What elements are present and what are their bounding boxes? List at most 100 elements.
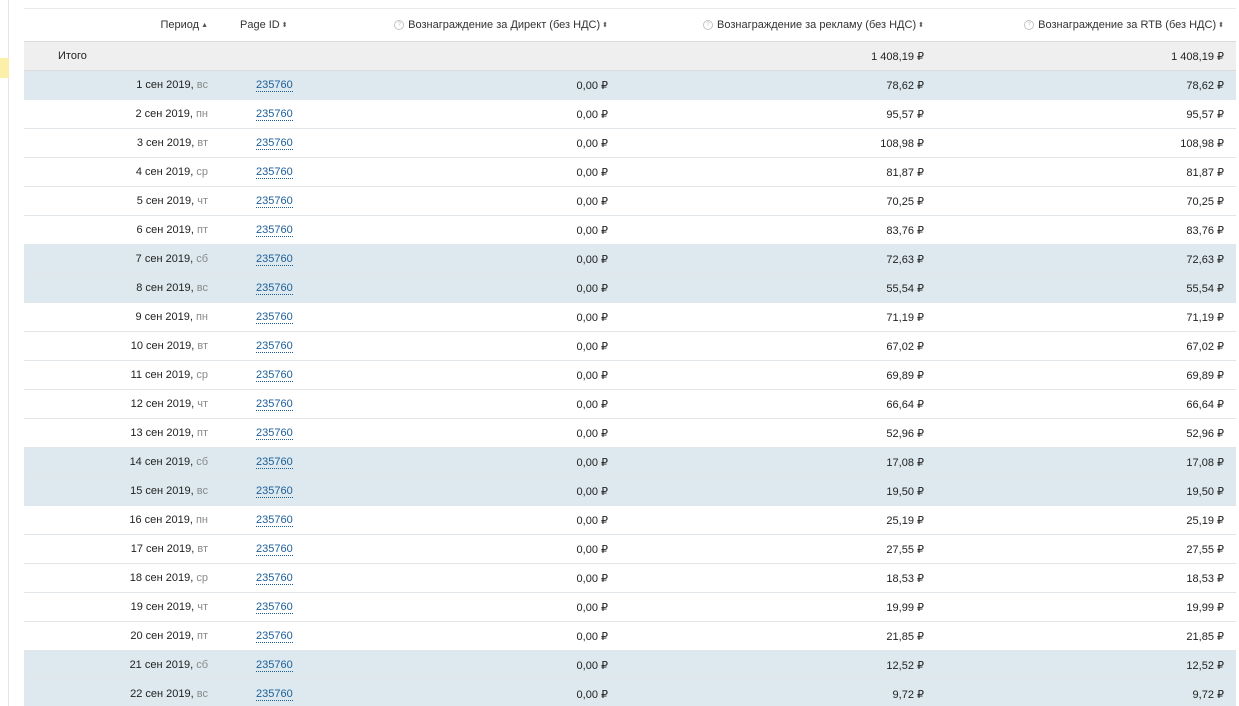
period-weekday: ср — [196, 572, 208, 584]
rtb-reward-cell: 21,85 ₽ — [936, 621, 1236, 651]
direct-reward-cell: 0,00 ₽ — [314, 331, 620, 361]
help-icon[interactable]: ? — [703, 20, 714, 30]
column-header-label: Вознаграждение за Директ (без НДС) — [408, 19, 601, 31]
column-header-period[interactable]: Период ▲ — [24, 8, 220, 42]
rtb-reward-cell: 108,98 ₽ — [936, 128, 1236, 158]
page-id-link[interactable]: 235760 — [256, 108, 293, 121]
help-icon[interactable]: ? — [394, 20, 405, 30]
column-header-label: Период — [160, 19, 200, 31]
page-id-cell: 235760 — [220, 186, 314, 216]
period-cell: 10 сен 2019, вт — [24, 331, 220, 361]
ads-reward-cell: 71,19 ₽ — [620, 302, 936, 332]
period-date: 10 сен 2019, — [130, 340, 198, 352]
page-id-cell: 235760 — [220, 418, 314, 448]
table-row: 3 сен 2019, вт 235760 0,00 ₽108,98 ₽108,98… — [24, 128, 1236, 158]
ads-reward-cell: 17,08 ₽ — [620, 447, 936, 477]
page-id-link[interactable]: 235760 — [256, 253, 293, 266]
page-id-link[interactable]: 235760 — [256, 485, 293, 498]
column-header-direct-reward[interactable]: ? Вознаграждение за Директ (без НДС) ⬍ — [314, 8, 620, 42]
period-cell: 17 сен 2019, вт — [24, 534, 220, 564]
period-cell: 3 сен 2019, вт — [24, 128, 220, 158]
page-id-cell: 235760 — [220, 592, 314, 622]
direct-reward-cell: 0,00 ₽ — [314, 621, 620, 651]
period-cell: 11 сен 2019, ср — [24, 360, 220, 390]
page-id-link[interactable]: 235760 — [256, 79, 293, 92]
rtb-reward-cell: 12,52 ₽ — [936, 650, 1236, 680]
period-cell: 15 сен 2019, вс — [24, 476, 220, 506]
page-id-cell: 235760 — [220, 621, 314, 651]
ads-reward-cell: 9,72 ₽ — [620, 679, 936, 706]
direct-reward-cell: 0,00 ₽ — [314, 447, 620, 477]
table-row: 4 сен 2019, ср 235760 0,00 ₽81,87 ₽81,87 ₽ — [24, 157, 1236, 187]
ads-reward-cell: 21,85 ₽ — [620, 621, 936, 651]
page-id-link[interactable]: 235760 — [256, 514, 293, 527]
ads-reward-cell: 25,19 ₽ — [620, 505, 936, 535]
period-date: 7 сен 2019, — [135, 253, 197, 265]
direct-reward-cell: 0,00 ₽ — [314, 157, 620, 187]
page-id-link[interactable]: 235760 — [256, 659, 293, 672]
column-header-page-id[interactable]: Page ID ⬍ — [220, 8, 314, 42]
column-header-rtb-reward[interactable]: ? Вознаграждение за RTB (без НДС) ⬍ — [936, 8, 1236, 42]
period-date: 11 сен 2019, — [130, 369, 197, 381]
table-row: 20 сен 2019, пт 235760 0,00 ₽21,85 ₽21,85 … — [24, 621, 1236, 651]
period-cell: 8 сен 2019, вс — [24, 273, 220, 303]
table-row: 15 сен 2019, вс 235760 0,00 ₽19,50 ₽19,50 … — [24, 476, 1236, 506]
period-cell: 18 сен 2019, ср — [24, 563, 220, 593]
page-id-link[interactable]: 235760 — [256, 572, 293, 585]
page-id-link[interactable]: 235760 — [256, 688, 293, 701]
direct-reward-cell: 0,00 ₽ — [314, 389, 620, 419]
period-weekday: вс — [196, 282, 208, 294]
sort-icon[interactable]: ⬍ — [602, 21, 608, 29]
ads-reward-cell: 70,25 ₽ — [620, 186, 936, 216]
page-id-link[interactable]: 235760 — [256, 630, 293, 643]
table-row: 13 сен 2019, пт 235760 0,00 ₽52,96 ₽52,96 … — [24, 418, 1236, 448]
sort-icon[interactable]: ⬍ — [1218, 21, 1224, 29]
page-id-link[interactable]: 235760 — [256, 195, 293, 208]
table-row: 2 сен 2019, пн 235760 0,00 ₽95,57 ₽95,57 ₽ — [24, 99, 1236, 129]
rtb-reward-cell: 95,57 ₽ — [936, 99, 1236, 129]
page-id-link[interactable]: 235760 — [256, 601, 293, 614]
period-date: 2 сен 2019, — [135, 108, 196, 120]
page-id-link[interactable]: 235760 — [256, 311, 293, 324]
page-id-link[interactable]: 235760 — [256, 166, 293, 179]
ads-reward-cell: 67,02 ₽ — [620, 331, 936, 361]
rtb-reward-cell: 55,54 ₽ — [936, 273, 1236, 303]
total-direct — [314, 41, 620, 71]
rtb-reward-cell: 81,87 ₽ — [936, 157, 1236, 187]
period-weekday: пт — [197, 224, 208, 236]
page-id-link[interactable]: 235760 — [256, 340, 293, 353]
period-date: 4 сен 2019, — [135, 166, 197, 178]
page-id-link[interactable]: 235760 — [256, 543, 293, 556]
period-weekday: пт — [197, 630, 208, 642]
rtb-reward-cell: 69,89 ₽ — [936, 360, 1236, 390]
period-date: 12 сен 2019, — [130, 398, 198, 410]
period-weekday: вт — [197, 543, 208, 555]
period-date: 15 сен 2019, — [130, 485, 197, 497]
help-icon[interactable]: ? — [1024, 20, 1035, 30]
page-id-cell: 235760 — [220, 389, 314, 419]
page-id-link[interactable]: 235760 — [256, 398, 293, 411]
page-id-link[interactable]: 235760 — [256, 456, 293, 469]
period-date: 19 сен 2019, — [130, 601, 198, 613]
ads-reward-cell: 19,99 ₽ — [620, 592, 936, 622]
period-date: 3 сен 2019, — [136, 137, 198, 149]
page-id-link[interactable]: 235760 — [256, 369, 293, 382]
sort-icon[interactable]: ⬍ — [918, 21, 924, 29]
table-row: 8 сен 2019, вс 235760 0,00 ₽55,54 ₽55,54 ₽ — [24, 273, 1236, 303]
sort-icon[interactable]: ⬍ — [282, 21, 288, 29]
direct-reward-cell: 0,00 ₽ — [314, 563, 620, 593]
page-id-link[interactable]: 235760 — [256, 427, 293, 440]
period-date: 8 сен 2019, — [136, 282, 197, 294]
page-id-cell: 235760 — [220, 476, 314, 506]
direct-reward-cell: 0,00 ₽ — [314, 650, 620, 680]
page-id-link[interactable]: 235760 — [256, 137, 293, 150]
rtb-reward-cell: 18,53 ₽ — [936, 563, 1236, 593]
page-id-cell: 235760 — [220, 331, 314, 361]
column-header-ads-reward[interactable]: ? Вознаграждение за рекламу (без НДС) ⬍ — [620, 8, 936, 42]
rtb-reward-cell: 70,25 ₽ — [936, 186, 1236, 216]
direct-reward-cell: 0,00 ₽ — [314, 360, 620, 390]
direct-reward-cell: 0,00 ₽ — [314, 505, 620, 535]
page-id-link[interactable]: 235760 — [256, 224, 293, 237]
page-id-link[interactable]: 235760 — [256, 282, 293, 295]
sort-ascending-icon[interactable]: ▲ — [201, 22, 208, 29]
